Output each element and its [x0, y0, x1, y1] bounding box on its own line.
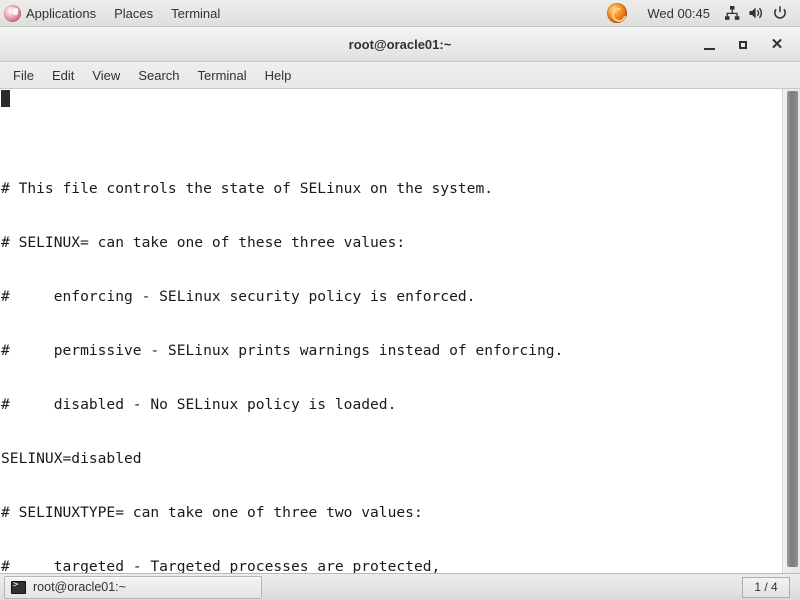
panel-menu-places[interactable]: Places — [105, 0, 162, 27]
panel-tray: Wed 00:45 — [607, 0, 800, 27]
menu-terminal[interactable]: Terminal — [189, 62, 256, 89]
panel-menu-applications-label: Applications — [26, 5, 97, 21]
terminal-line: # permissive - SELinux prints warnings i… — [1, 342, 564, 359]
terminal-cursor — [1, 90, 10, 107]
window-buttons: ✕ — [692, 27, 794, 62]
terminal-line: # disabled - No SELinux policy is loaded… — [1, 396, 397, 413]
terminal-scrollbar-thumb[interactable] — [787, 91, 798, 567]
top-panel: Applications Places Terminal Wed 00:45 — [0, 0, 800, 27]
network-icon[interactable] — [720, 0, 744, 27]
taskbar-window-button[interactable]: root@oracle01:~ — [4, 575, 262, 599]
menu-view[interactable]: View — [83, 62, 129, 89]
maximize-button[interactable] — [726, 27, 760, 62]
terminal-window: root@oracle01:~ ✕ File Edit View Search … — [0, 27, 800, 573]
terminal-line: # enforcing - SELinux security policy is… — [1, 288, 476, 305]
panel-menu-terminal[interactable]: Terminal — [162, 0, 229, 27]
terminal-icon — [11, 580, 26, 594]
taskbar: root@oracle01:~ 1 / 4 — [0, 573, 800, 600]
power-icon[interactable] — [768, 0, 792, 27]
terminal-scrollbar[interactable] — [782, 89, 800, 573]
panel-menu-places-label: Places — [114, 5, 154, 21]
menu-edit[interactable]: Edit — [43, 62, 83, 89]
panel-menu-applications[interactable]: Applications — [0, 0, 105, 27]
workspace-switcher[interactable]: 1 / 4 — [742, 576, 790, 598]
terminal-body[interactable]: # This file controls the state of SELinu… — [0, 89, 800, 573]
menu-file[interactable]: File — [4, 62, 43, 89]
menubar: File Edit View Search Terminal Help — [0, 62, 800, 89]
window-titlebar[interactable]: root@oracle01:~ ✕ — [0, 27, 800, 62]
minimize-button[interactable] — [692, 27, 726, 62]
panel-menu-terminal-label: Terminal — [171, 5, 221, 21]
firefox-icon[interactable] — [607, 3, 628, 23]
terminal-line: # This file controls the state of SELinu… — [1, 180, 494, 197]
terminal-line: # SELINUX= can take one of these three v… — [1, 234, 406, 251]
terminal-line: # targeted - Targeted processes are prot… — [1, 558, 441, 573]
applications-icon — [4, 4, 21, 22]
terminal-text[interactable]: # This file controls the state of SELinu… — [0, 89, 782, 573]
terminal-line: SELINUX=disabled — [1, 450, 142, 467]
volume-icon[interactable] — [744, 0, 768, 27]
close-icon: ✕ — [770, 36, 784, 53]
taskbar-window-label: root@oracle01:~ — [33, 580, 126, 594]
clock[interactable]: Wed 00:45 — [637, 6, 720, 21]
terminal-line: # SELINUXTYPE= can take one of three two… — [1, 504, 423, 521]
close-button[interactable]: ✕ — [760, 27, 794, 62]
menu-search[interactable]: Search — [129, 62, 188, 89]
menu-help[interactable]: Help — [256, 62, 301, 89]
window-title: root@oracle01:~ — [348, 36, 452, 52]
